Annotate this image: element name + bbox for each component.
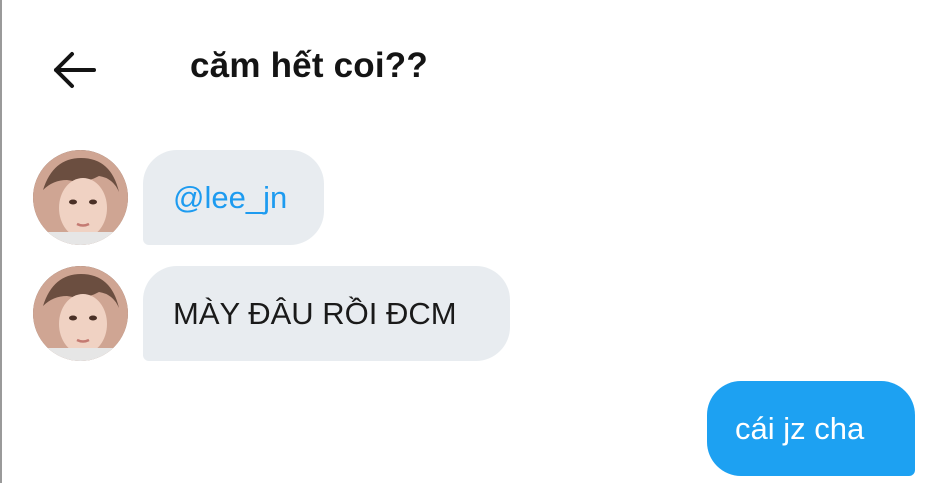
message-bubble-text[interactable]: MÀY ĐÂU RỒI ĐCM (143, 266, 510, 361)
conversation-title: căm hết coi?? (190, 46, 428, 85)
message-row: cái jz cha (0, 381, 945, 476)
message-row: @lee_jn (0, 150, 945, 245)
message-bubble-outgoing[interactable]: cái jz cha (707, 381, 915, 476)
conversation-header: căm hết coi?? (0, 0, 945, 140)
back-button[interactable] (48, 44, 100, 96)
message-row: MÀY ĐÂU RỒI ĐCM (0, 266, 945, 361)
avatar[interactable] (33, 150, 128, 245)
avatar[interactable] (33, 266, 128, 361)
arrow-left-icon (48, 44, 100, 96)
message-bubble-mention[interactable]: @lee_jn (143, 150, 324, 245)
